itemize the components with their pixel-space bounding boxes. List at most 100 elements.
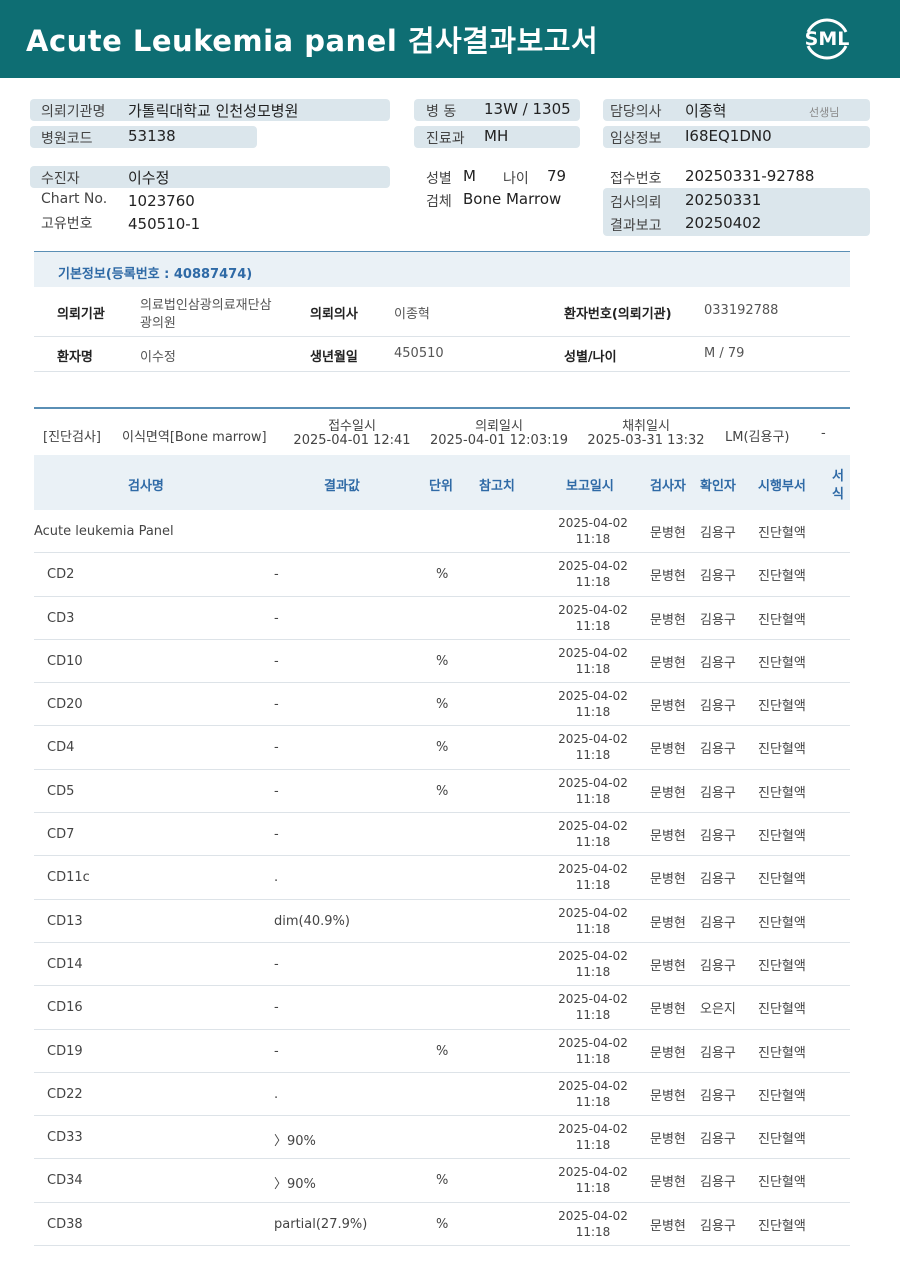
confirmer: 김용구	[700, 699, 736, 715]
report-date: 2025-04-02	[558, 1035, 628, 1050]
tester: 문병현	[650, 915, 686, 931]
table-row: CD11c . 2025-04-02 11:18 문병현 김용구 진단혈액	[34, 856, 850, 900]
department: 진단혈액	[758, 1218, 806, 1234]
unique-value: 450510-1	[128, 215, 201, 233]
test-unit: %	[436, 653, 449, 669]
department: 진단혈액	[758, 742, 806, 758]
report-datetime: 2025-04-02 11:18	[558, 905, 628, 937]
department-label: 진료과	[426, 131, 465, 147]
institution-value: 가톨릭대학교 인천성모병원	[128, 102, 299, 120]
report-datetime: 2025-04-02 11:18	[558, 1164, 628, 1196]
tester: 문병현	[650, 785, 686, 801]
test-result: partial(27.9%)	[274, 1216, 368, 1232]
report-date: 2025-04-02	[558, 602, 628, 617]
dob-label: 생년월일	[310, 350, 358, 365]
report-header: Acute Leukemia panel 검사결과보고서 SML	[0, 0, 900, 78]
tester: 문병현	[650, 829, 686, 845]
ward-label: 병 동	[426, 104, 457, 120]
test-result: -	[274, 827, 279, 843]
department: 진단혈액	[758, 655, 806, 671]
department: 진단혈액	[758, 569, 806, 585]
chart-value: 1023760	[128, 192, 195, 210]
col-dept: 시행부서	[758, 479, 806, 494]
department: 진단혈액	[758, 1088, 806, 1104]
confirmer: 김용구	[700, 1045, 736, 1061]
sex-value: M	[463, 167, 476, 185]
test-name: CD14	[47, 956, 83, 972]
report-time: 11:18	[575, 964, 611, 979]
test-result: -	[274, 697, 279, 713]
report-time: 11:18	[575, 878, 611, 893]
test-result: 〉90%	[274, 1177, 316, 1193]
col-name: 검사명	[128, 479, 164, 494]
chart-label: Chart No.	[41, 191, 108, 207]
age-value: 79	[547, 167, 567, 185]
sexage-label: 성별/나이	[564, 350, 617, 365]
report-datetime: 2025-04-02 11:18	[558, 515, 628, 547]
report-date: 2025-04-02	[558, 645, 628, 660]
test-unit: %	[436, 1216, 449, 1232]
received-value: 2025-04-01 12:41	[293, 433, 411, 448]
department: 진단혈액	[758, 872, 806, 888]
department: 진단혈액	[758, 1175, 806, 1191]
col-confirmer: 확인자	[700, 479, 736, 494]
test-name: CD13	[47, 913, 83, 929]
report-date: 2025-04-02	[558, 1208, 628, 1223]
report-datetime: 2025-04-02 11:18	[558, 731, 628, 763]
report-datetime: 2025-04-02 11:18	[558, 948, 628, 980]
exam-dash: -	[821, 426, 826, 441]
lm-value: LM(김용구)	[725, 430, 790, 445]
inst-line1: 의료법인삼광의료재단삼	[140, 298, 272, 313]
receipt-label: 접수번호	[610, 171, 662, 187]
clinical-label: 임상정보	[610, 131, 662, 147]
tester: 문병현	[650, 1132, 686, 1148]
report-date: 2025-04-02	[558, 905, 628, 920]
col-result: 결과값	[324, 479, 360, 494]
doctor-value: 이종혁	[394, 307, 430, 322]
table-row: CD3 - 2025-04-02 11:18 문병현 김용구 진단혈액	[34, 597, 850, 640]
test-name: CD16	[47, 1000, 83, 1016]
results-table-header: 검사명 결과값 단위 참고치 보고일시 검사자 확인자 시행부서 서 식	[34, 455, 850, 510]
test-unit: %	[436, 567, 449, 583]
tester: 문병현	[650, 569, 686, 585]
receipt-value: 20250331-92788	[685, 167, 815, 185]
test-unit: %	[436, 697, 449, 713]
test-result: -	[274, 653, 279, 669]
tester: 문병현	[650, 655, 686, 671]
report-datetime: 2025-04-02 11:18	[558, 1078, 628, 1110]
test-result: -	[274, 1043, 279, 1059]
report-time: 11:18	[575, 1224, 611, 1239]
requested-value: 2025-04-01 12:03:19	[429, 433, 569, 448]
confirmer: 오은지	[700, 1002, 736, 1018]
report-date: 2025-04-02	[558, 1165, 628, 1180]
confirmer: 김용구	[700, 569, 736, 585]
basic-info-row: 환자명 이수정 생년월일 450510 성별/나이 M / 79	[34, 337, 850, 372]
report-time: 11:18	[575, 1138, 611, 1153]
patient-no-label: 환자번호(의뢰기관)	[564, 307, 672, 322]
department: 진단혈액	[758, 915, 806, 931]
department: 진단혈액	[758, 612, 806, 628]
report-date: 2025-04-02	[558, 516, 628, 530]
table-row: CD34 〉90% % 2025-04-02 11:18 문병현 김용구 진단혈액	[34, 1159, 850, 1203]
request-label: 검사의뢰	[610, 195, 662, 211]
test-unit: %	[436, 783, 449, 799]
report-date: 2025-04-02	[558, 1122, 628, 1137]
department: 진단혈액	[758, 785, 806, 801]
specimen-value: Bone Marrow	[463, 190, 562, 208]
name-value: 이수정	[140, 350, 176, 365]
test-result: -	[274, 783, 279, 799]
table-row: CD7 - 2025-04-02 11:18 문병현 김용구 진단혈액	[34, 813, 850, 857]
confirmer: 김용구	[700, 1088, 736, 1104]
table-row: CD13 dim(40.9%) 2025-04-02 11:18 문병현 김용구 …	[34, 900, 850, 943]
confirmer: 김용구	[700, 526, 736, 541]
report-time: 11:18	[575, 618, 611, 633]
table-row: CD20 - % 2025-04-02 11:18 문병현 김용구 진단혈액	[34, 683, 850, 727]
physician-label: 담당의사	[610, 104, 662, 120]
tester: 문병현	[650, 1175, 686, 1191]
basic-info-table: 기본정보(등록번호 : 40887474) 의뢰기관 의료법인삼광의료재단삼 광…	[34, 251, 850, 372]
test-name: CD2	[47, 567, 75, 583]
confirmer: 김용구	[700, 1132, 736, 1148]
received-label: 접수일시	[328, 419, 376, 434]
results-table-body: Acute leukemia Panel 2025-04-02 11:18 문병현…	[34, 510, 850, 1247]
hospital-code-value: 53138	[128, 127, 176, 145]
